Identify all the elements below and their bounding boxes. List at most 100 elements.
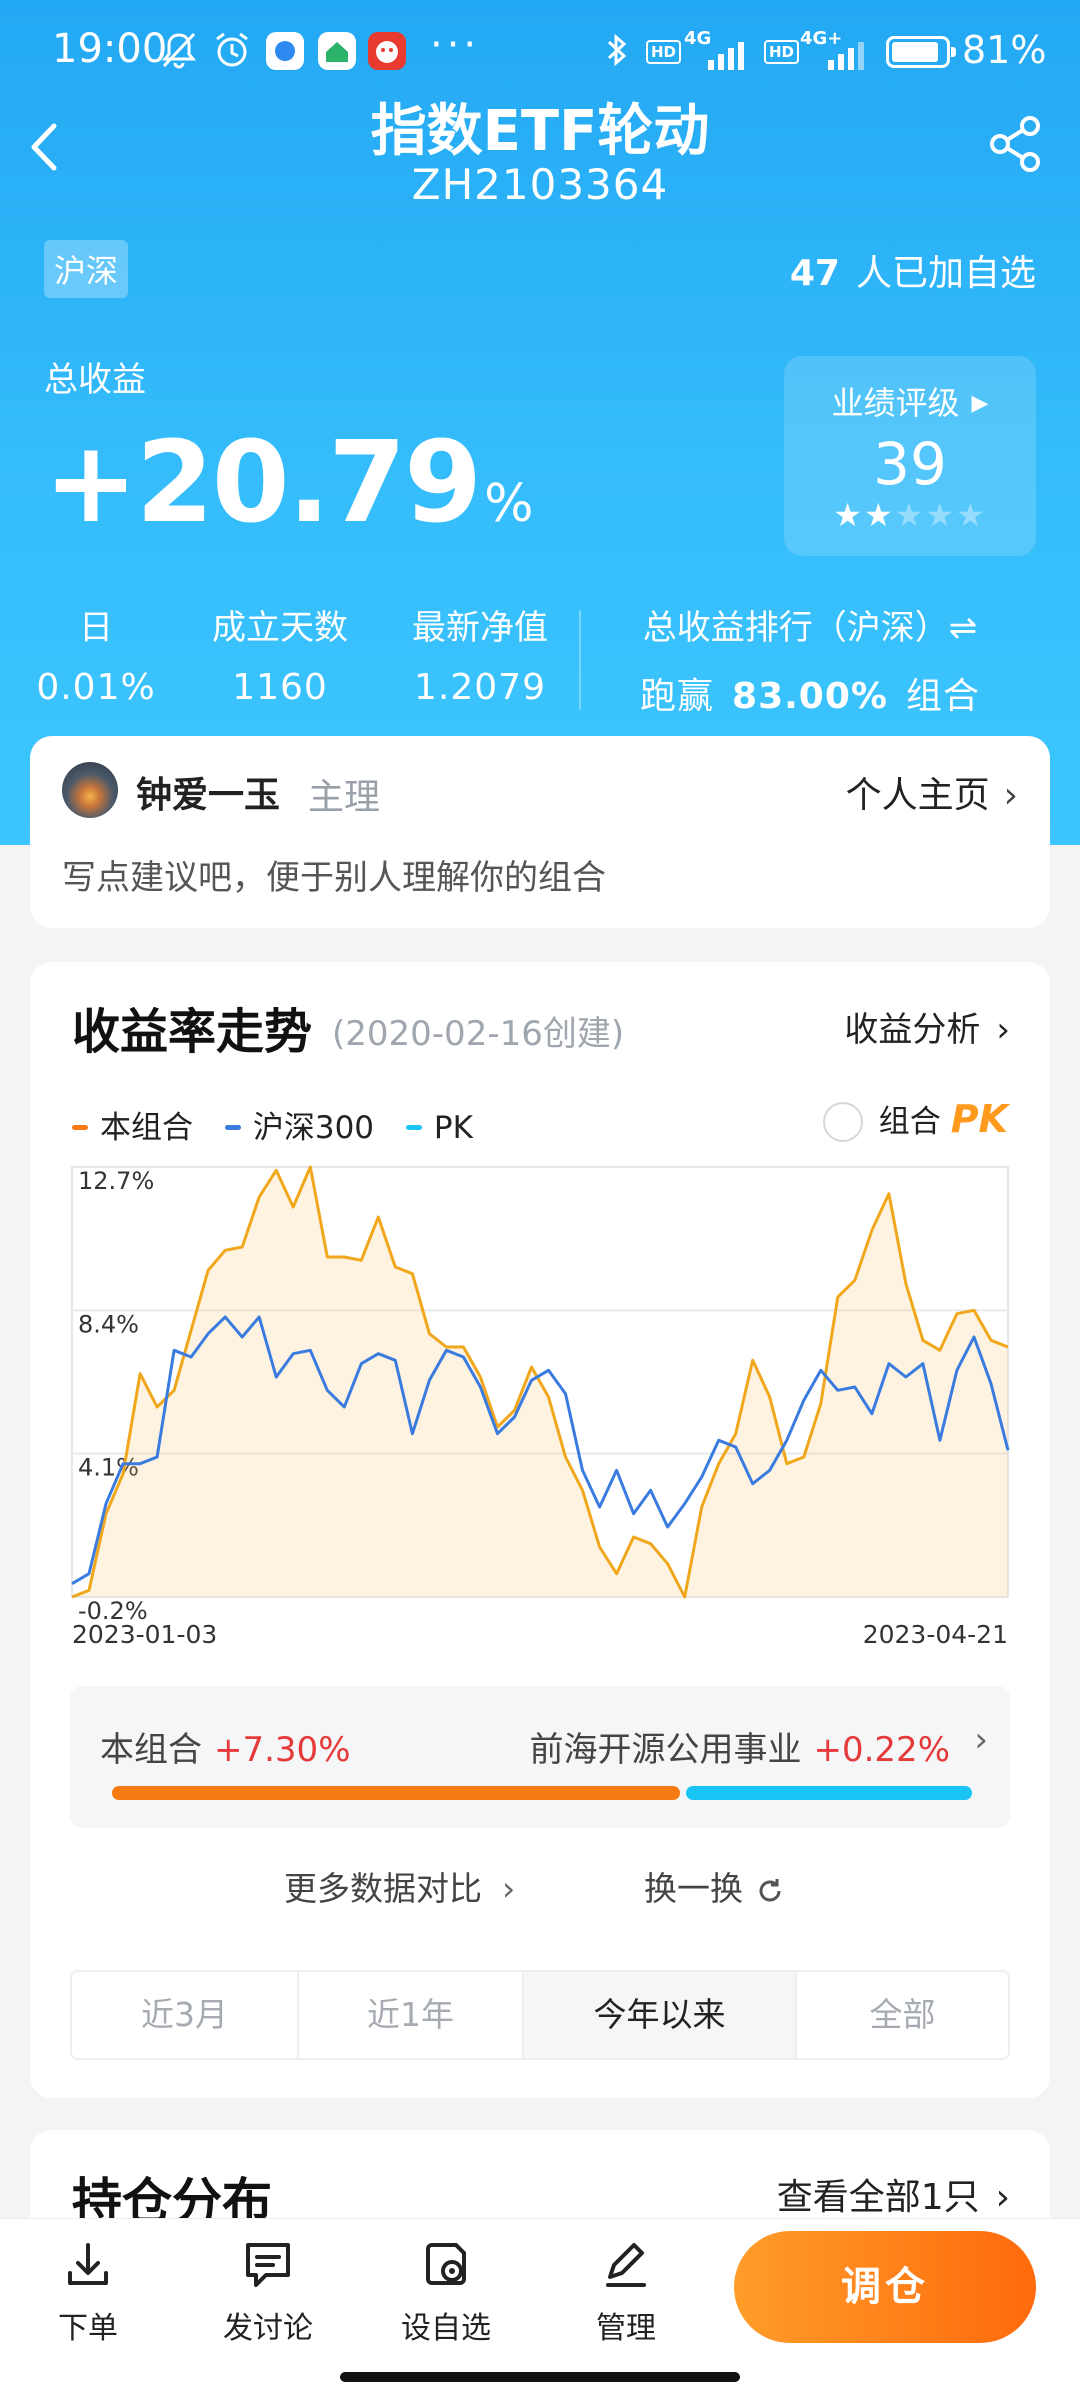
play-arrow-icon: ▶ [971,391,989,416]
return-chart[interactable]: 12.7%8.4%4.1%-0.2%2023-01-03 2023-04-21 [30,962,1050,1682]
battery-icon [886,36,956,68]
rank-value: 83.00% [732,676,888,717]
manager-tip[interactable]: 写点建议吧，便于别人理解你的组合 [62,850,606,899]
metric-value: 0.01% [36,667,156,708]
portfolio-code: ZH2103364 [411,160,669,209]
more-compare-link[interactable]: 更多数据对比 › [284,1862,515,1910]
rank-prefix: 跑赢 [640,676,715,717]
followers-count: 47 人已加自选 [790,244,1036,296]
chevron-right-icon: › [974,1720,988,1760]
rating-label: 业绩评级 [831,384,960,422]
home-indicator [340,2372,740,2382]
rating-stars: ★★★★★ [784,496,1036,534]
add-watchlist-button[interactable]: 设自选 [386,2237,506,2347]
swap-label: 换一换 [644,1869,743,1908]
x-tick-label: 2023-01-03 [72,1620,217,1649]
alarm-clock-icon [212,30,252,79]
manager-role: 主理 [308,777,381,818]
manager-card: 钟爱一玉 主理 个人主页 › 写点建议吧，便于别人理解你的组合 [30,736,1050,928]
metric-value: 1160 [232,667,328,708]
app-notification-icon [266,32,304,70]
status-bar: 19:00 ··· HD 4G HD 4G+ 81% [0,0,1080,100]
followers-label: 人已加自选 [855,253,1036,294]
compare-left: 本组合 +7.30% [100,1722,351,1771]
compare-right-label: 前海开源公用事业 [529,1730,802,1770]
metric-rank[interactable]: 总收益排行（沪深）⇌ 跑赢 83.00% 组合 [610,600,1010,719]
hd-icon: HD [646,40,682,64]
followers-number: 47 [789,253,840,294]
compare-bar-portfolio [112,1786,680,1800]
metric-days: 成立天数 1160 [196,600,364,708]
rating-star-icon: ★ [956,496,987,534]
profile-link[interactable]: 个人主页 › [846,766,1018,818]
market-tag: 沪深 [44,240,129,298]
chevron-right-icon: › [995,2177,1010,2218]
tab-1-year[interactable]: 近1年 [299,1972,525,2058]
rating-star-icon: ★ [863,496,895,534]
compare-panel[interactable]: 本组合 +7.30% 前海开源公用事业 +0.22% › [70,1686,1010,1828]
period-tabs: 近3月 近1年 今年以来 全部 [70,1970,1010,2060]
rating-score: 39 [873,430,947,498]
total-return-value: +20.79% [44,418,534,548]
tab-ytd[interactable]: 今年以来 [524,1972,797,2058]
metrics-divider [579,610,581,710]
compare-right: 前海开源公用事业 +0.22% [530,1722,951,1771]
y-tick-label: 12.7% [78,1167,154,1195]
metric-value: 1.2079 [414,667,546,708]
more-notifications-icon: ··· [430,22,481,68]
compare-right-value: +0.22% [813,1730,951,1770]
share-icon[interactable] [984,112,1048,176]
manager-name[interactable]: 钟爱一玉 [136,766,280,818]
metric-key: 最新净值 [412,608,548,648]
signal-icon-1 [708,42,744,70]
portfolio-title: 指数ETF轮动 [370,99,710,164]
rank-suffix: 组合 [905,676,980,717]
status-time: 19:00 [52,26,168,72]
refresh-icon [759,1879,781,1902]
metric-key: 成立天数 [212,608,348,648]
manage-button[interactable]: 管理 [566,2237,686,2347]
signal-icon-2 [828,42,864,70]
rebalance-button[interactable]: 调仓 [734,2231,1036,2343]
tab-3-months[interactable]: 近3月 [72,1972,300,2058]
rating-star-icon: ★ [894,496,926,534]
total-return-label: 总收益 [44,360,146,400]
view-all-label: 查看全部1只 [776,2177,980,2218]
tool-label: 下单 [58,2311,118,2346]
rating-star-icon: ★ [925,496,957,534]
x-tick-label: 2023-04-21 [863,1620,1008,1649]
tool-label: 发讨论 [223,2311,313,2346]
metric-nav: 最新净值 1.2079 [396,600,564,708]
total-return-number: +20.79 [44,418,482,548]
download-icon [68,2243,108,2285]
red-app-icon [368,32,406,70]
comment-icon [246,2243,290,2287]
place-order-button[interactable]: 下单 [28,2237,148,2347]
tool-label: 设自选 [401,2311,491,2346]
metric-key: 日 [79,608,113,648]
hd-icon-2: HD [764,40,800,64]
compare-left-value: +7.30% [214,1730,351,1770]
rating-star-icon: ★ [833,496,864,534]
avatar[interactable] [62,762,118,818]
total-return-unit: % [484,474,533,534]
mute-bell-icon [160,30,198,79]
rank-label: 总收益排行（沪深）⇌ [642,608,978,648]
view-all-holdings-link[interactable]: 查看全部1只 › [777,2168,1010,2220]
swap-button[interactable]: 换一换 [644,1862,785,1910]
tool-label: 管理 [596,2311,656,2346]
chevron-right-icon: › [502,1869,516,1908]
post-discussion-button[interactable]: 发讨论 [208,2237,328,2347]
tab-all[interactable]: 全部 [797,1972,1008,2058]
bluetooth-icon [604,30,630,79]
compare-left-label: 本组合 [100,1730,202,1770]
profile-link-label: 个人主页 [845,775,990,816]
compare-bar-pk [686,1786,972,1800]
chevron-right-icon: › [1003,775,1018,816]
performance-rating-card[interactable]: 业绩评级 ▶ 39 ★★★★★ [784,356,1036,556]
home-app-icon [318,32,356,70]
battery-percent: 81% [962,28,1047,72]
watchlist-icon [426,2243,466,2285]
more-compare-label: 更多数据对比 [284,1869,482,1908]
y-tick-label: 8.4% [78,1310,139,1338]
